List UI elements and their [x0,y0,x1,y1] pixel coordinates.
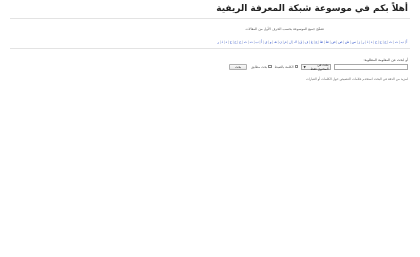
alphabet-letter-link[interactable]: ج [384,40,388,44]
letter-separator: | [232,40,234,44]
letter-separator: | [393,40,395,44]
letter-separator: | [368,40,371,44]
alphabet-letter-link[interactable]: ل [288,40,292,44]
letter-separator: | [364,40,367,44]
letter-separator: | [292,40,294,44]
alphabet-letter-link[interactable]: ر [362,40,365,44]
alphabet-letter-link[interactable]: خ [229,40,233,44]
alphabet-index: أ | ب | ت | ث | ج | ح | خ | د | ذ | ر | ز | س | ش | ص | ض | ط | ظ | ع | غ | ف |… [217,40,408,44]
match-checkbox[interactable] [268,64,272,69]
letter-separator: | [287,40,289,44]
alphabet-letter-link[interactable]: غ [310,40,313,44]
alphabet-letter-link[interactable]: ب [255,40,260,44]
letter-separator: | [382,40,384,44]
alphabet-letter-link[interactable]: خ [374,40,378,44]
match-label: بحث مطابق [251,64,268,69]
letter-separator: | [387,40,389,44]
letter-separator: | [308,40,311,44]
alphabet-letter-link[interactable]: أ [406,40,408,44]
letter-separator: | [223,40,225,44]
search-note: لمزيد من الدقة في البحث استخدم علامات ال… [305,77,408,81]
letter-separator: | [360,40,363,44]
exact-word-label: الكلمة بالضبط [274,64,294,69]
alphabet-letter-link[interactable]: ت [249,40,254,44]
alphabet-letter-link[interactable]: ح [234,40,238,44]
letter-separator: | [237,40,239,44]
alphabet-letter-link[interactable]: أ [261,40,263,44]
alphabet-letter-link[interactable]: ظ [319,40,324,44]
letter-separator: | [318,40,320,44]
alphabet-letter-link[interactable]: ع [315,40,318,44]
alphabet-letter-link[interactable]: ج [238,40,242,44]
letter-separator: | [227,40,229,44]
alphabet-letter-link[interactable]: ح [379,40,383,44]
letter-separator: | [277,40,279,44]
page: أهلاً بكم في موسوعة شبكة المعرفة الريفية… [0,0,420,257]
alphabet-letter-link[interactable]: ث [388,40,393,44]
title-divider [10,18,410,19]
letter-separator: | [262,40,264,44]
letter-separator: | [253,40,255,44]
letter-separator: | [349,40,352,44]
exact-word-option[interactable]: الكلمة بالضبط [275,65,298,69]
search-form: بحث في المحتوى فقط ▼ الكلمة بالضبط بحث م… [229,62,408,71]
alphabet-letter-link[interactable]: ن [279,40,283,44]
alphabet-letter-link[interactable]: م [284,40,287,44]
alphabet-letter-link[interactable]: د [225,40,228,44]
intro-text: تصفّح جميع الموسوعة بحسب الحرف الأول من … [245,27,324,31]
page-title: أهلاً بكم في موسوعة شبكة المعرفة الريفية [216,4,408,14]
alphabet-letter-link[interactable]: ض [331,40,337,44]
search-input[interactable] [334,63,408,70]
letter-separator: | [241,40,244,44]
match-option[interactable]: بحث مطابق [251,64,272,69]
alphabet-letter-link[interactable]: ث [243,40,248,44]
search-scope-select[interactable]: بحث في المحتوى فقط ▼ [301,62,331,71]
letter-separator: | [272,40,274,44]
letter-separator: | [323,40,326,44]
exact-word-checkbox[interactable] [294,64,298,69]
alphabet-letter-link[interactable]: ر [217,40,220,44]
alphabet-letter-link[interactable]: ش [344,40,350,44]
alphabet-letter-link[interactable]: ذ [221,40,224,44]
alphabet-letter-link[interactable]: ك [293,40,297,44]
search-scope-value: بحث في المحتوى فقط [310,62,329,71]
letter-separator: | [259,40,261,44]
alphabet-letter-link[interactable]: ب [400,40,405,44]
alphabet-letter-link[interactable]: ص [338,40,344,44]
alphabet-letter-link[interactable]: ذ [366,40,369,44]
alphabet-letter-link[interactable]: د [370,40,373,44]
chevron-down-icon: ▼ [303,64,306,69]
alphabet-letter-link[interactable]: ق [299,40,303,44]
letter-separator: | [343,40,345,44]
search-button[interactable]: بحث [229,63,248,70]
alphabet-divider [10,48,410,49]
search-label: أو ابحث عن المعلومة المطلوبة: [363,58,408,62]
letter-separator: | [377,40,379,44]
alphabet-letter-link[interactable]: ز [358,40,361,44]
letter-separator: | [297,40,299,44]
letter-separator: | [247,40,249,44]
letter-separator: | [267,40,270,44]
letter-separator: | [398,40,401,44]
alphabet-letter-link[interactable]: ي [264,40,268,44]
letter-separator: | [302,40,305,44]
alphabet-letter-link[interactable]: ف [304,40,309,44]
letter-separator: | [373,40,375,44]
letter-separator: | [219,40,221,44]
letter-separator: | [336,40,338,44]
letter-separator: | [313,40,315,44]
letter-separator: | [282,40,284,44]
letter-separator: | [329,40,331,44]
letter-separator: | [356,40,358,44]
alphabet-letter-link[interactable]: ط [325,40,330,44]
alphabet-letter-link[interactable]: و [269,40,272,44]
alphabet-letter-link[interactable]: س [351,40,357,44]
letter-separator: | [404,40,406,44]
alphabet-letter-link[interactable]: ت [394,40,399,44]
alphabet-letter-link[interactable]: هـ [273,40,277,44]
